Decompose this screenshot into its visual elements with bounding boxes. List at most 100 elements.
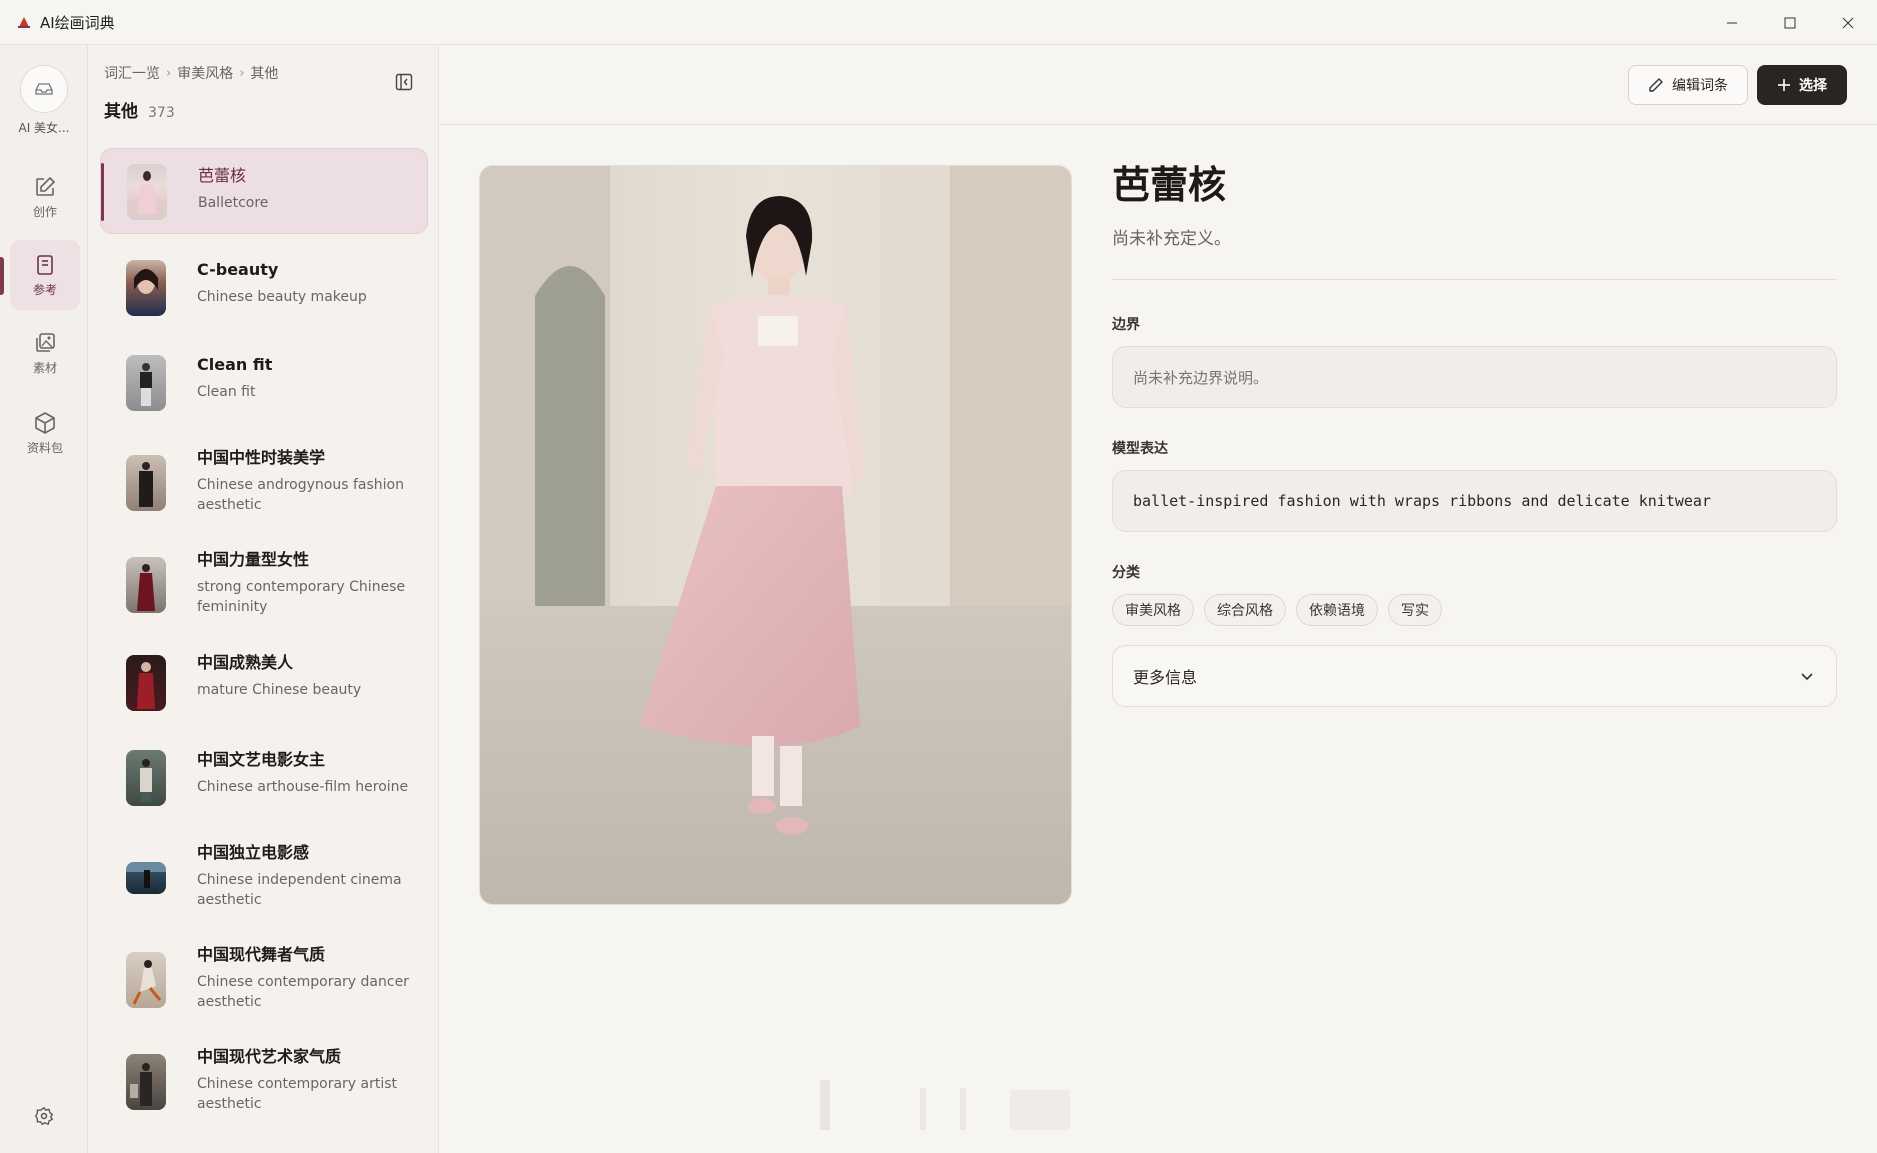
list-item-title: 中国力量型女性: [197, 550, 310, 569]
book-icon: [37, 254, 53, 275]
select-label: 选择: [1799, 78, 1827, 94]
gear-icon: [35, 1107, 53, 1125]
breadcrumb-item[interactable]: 其他: [250, 63, 278, 83]
list-item-subtitle: Chinese contemporary dancer aesthetic: [197, 974, 409, 1010]
category-tag[interactable]: 审美风格: [1112, 594, 1194, 626]
close-window-button[interactable]: [1819, 0, 1877, 45]
list-header: 其他 373: [104, 97, 175, 122]
minimize-button[interactable]: [1703, 0, 1761, 45]
list-item-title: 中国成熟美人: [197, 653, 294, 672]
images-icon: [36, 332, 55, 352]
title-bar: AI绘画词典: [0, 0, 1877, 45]
category-tag[interactable]: 依赖语境: [1296, 594, 1378, 626]
list-item-subtitle: Chinese arthouse-film heroine: [197, 779, 409, 795]
collapse-panel-button[interactable]: [391, 69, 417, 95]
category-tags: 审美风格 综合风格 依赖语境 写实: [1112, 594, 1837, 626]
term-thumbnail: [127, 164, 167, 220]
divider: [1112, 279, 1837, 280]
sidebar-collapse-icon: [395, 73, 413, 91]
list-item-subtitle: Chinese beauty makeup: [197, 289, 367, 305]
model-expression-field[interactable]: ballet-inspired fashion with wraps ribbo…: [1112, 470, 1837, 532]
list-item-subtitle: mature Chinese beauty: [197, 682, 362, 698]
list-count: 373: [148, 105, 175, 121]
close-icon: [1842, 17, 1854, 28]
model-expression-label: 模型表达: [1112, 441, 1168, 457]
list-item[interactable]: 中国中性时装美学 Chinese androgynous fashion aes…: [100, 433, 428, 533]
boundary-label: 边界: [1112, 317, 1140, 333]
list-item[interactable]: C-beauty Chinese beauty makeup: [100, 243, 428, 333]
list-item[interactable]: 中国现代舞者气质 Chinese contemporary dancer aes…: [100, 930, 428, 1030]
list-item[interactable]: 中国独立电影感 Chinese independent cinema aesth…: [100, 828, 428, 928]
list-item-subtitle: Chinese androgynous fashion aesthetic: [197, 477, 404, 513]
rail-item-reference[interactable]: 参考: [10, 240, 80, 310]
term-thumbnail: [126, 355, 166, 411]
more-info-label: 更多信息: [1133, 668, 1198, 687]
list-item-title: 芭蕾核: [198, 166, 247, 185]
list-title: 其他: [104, 102, 138, 122]
list-item-title: 中国独立电影感: [197, 843, 310, 862]
list-item[interactable]: 中国成熟美人 mature Chinese beauty: [100, 640, 428, 730]
rail-item-assets[interactable]: 素材: [10, 318, 80, 388]
plus-icon: [1778, 79, 1790, 91]
breadcrumb-item[interactable]: 词汇一览: [104, 63, 160, 83]
term-thumbnail: [126, 862, 166, 894]
term-title: 芭蕾核: [1112, 163, 1227, 207]
list-item-title: 中国文艺电影女主: [197, 750, 326, 769]
term-thumbnail: [126, 557, 166, 613]
package-icon: [35, 411, 55, 434]
rail-item-label: 素材: [32, 360, 57, 375]
settings-button[interactable]: [30, 1102, 58, 1130]
category-label: 分类: [1112, 565, 1140, 581]
chevron-down-icon: [1801, 673, 1813, 681]
list-item-title: 中国现代舞者气质: [197, 945, 326, 964]
maximize-button[interactable]: [1761, 0, 1819, 45]
edit-icon: [36, 176, 56, 196]
rail-item-label: 资料包: [26, 440, 63, 455]
maximize-icon: [1784, 17, 1796, 28]
workspace-switcher[interactable]: AI 美女...: [0, 65, 88, 136]
term-thumbnail: [126, 260, 166, 316]
category-tag[interactable]: 写实: [1388, 594, 1442, 626]
list-item-subtitle: strong contemporary Chinese femininity: [197, 579, 406, 615]
rail-item-packages[interactable]: 资料包: [10, 398, 80, 468]
list-item-subtitle: Balletcore: [198, 195, 269, 211]
select-button[interactable]: 选择: [1757, 65, 1847, 105]
term-definition: 尚未补充定义。: [1112, 229, 1231, 249]
list-item-subtitle: Chinese contemporary artist aesthetic: [197, 1076, 398, 1112]
list-item-title: C-beauty: [197, 260, 279, 279]
list-item-subtitle: Clean fit: [197, 384, 256, 400]
list-item-title: Clean fit: [197, 355, 273, 374]
list-item[interactable]: 中国文艺电影女主 Chinese arthouse-film heroine: [100, 733, 428, 823]
term-thumbnail: [126, 455, 166, 511]
selected-indicator: [101, 163, 104, 221]
more-info-accordion[interactable]: 更多信息: [1112, 645, 1837, 707]
term-thumbnail: [126, 750, 166, 806]
term-hero-image: [479, 165, 1072, 905]
edit-entry-button[interactable]: 编辑词条: [1628, 65, 1748, 105]
breadcrumb: 词汇一览 › 审美风格 › 其他: [104, 63, 278, 83]
list-item[interactable]: 芭蕾核 Balletcore: [100, 148, 428, 234]
term-thumbnail: [126, 655, 166, 711]
list-item-title: 中国现代艺术家气质: [197, 1047, 342, 1066]
term-thumbnail: [126, 1054, 166, 1110]
rail-item-label: 创作: [32, 204, 57, 219]
chevron-right-icon: ›: [239, 65, 245, 81]
rail-item-label: 参考: [32, 282, 57, 297]
chevron-right-icon: ›: [166, 65, 172, 81]
minimize-icon: [1727, 22, 1737, 23]
inbox-icon: [35, 83, 53, 95]
rail-item-create[interactable]: 创作: [10, 162, 80, 232]
category-tag[interactable]: 综合风格: [1204, 594, 1286, 626]
edit-entry-label: 编辑词条: [1672, 78, 1728, 94]
term-list-panel: 词汇一览 › 审美风格 › 其他 其他 373 芭蕾核 Balletcore C…: [89, 45, 439, 1153]
breadcrumb-item[interactable]: 审美风格: [177, 63, 233, 83]
boundary-field[interactable]: 尚未补充边界说明。: [1112, 346, 1837, 408]
list-item[interactable]: 中国力量型女性 strong contemporary Chinese femi…: [100, 535, 428, 635]
term-thumbnail: [126, 952, 166, 1008]
rail-active-indicator: [0, 257, 4, 295]
workspace-logo: [20, 65, 68, 113]
list-item[interactable]: 中国现代艺术家气质 Chinese contemporary artist ae…: [100, 1032, 428, 1132]
next-image-preview: [810, 1080, 1070, 1135]
list-item[interactable]: Clean fit Clean fit: [100, 338, 428, 428]
pencil-icon: [1649, 78, 1663, 92]
